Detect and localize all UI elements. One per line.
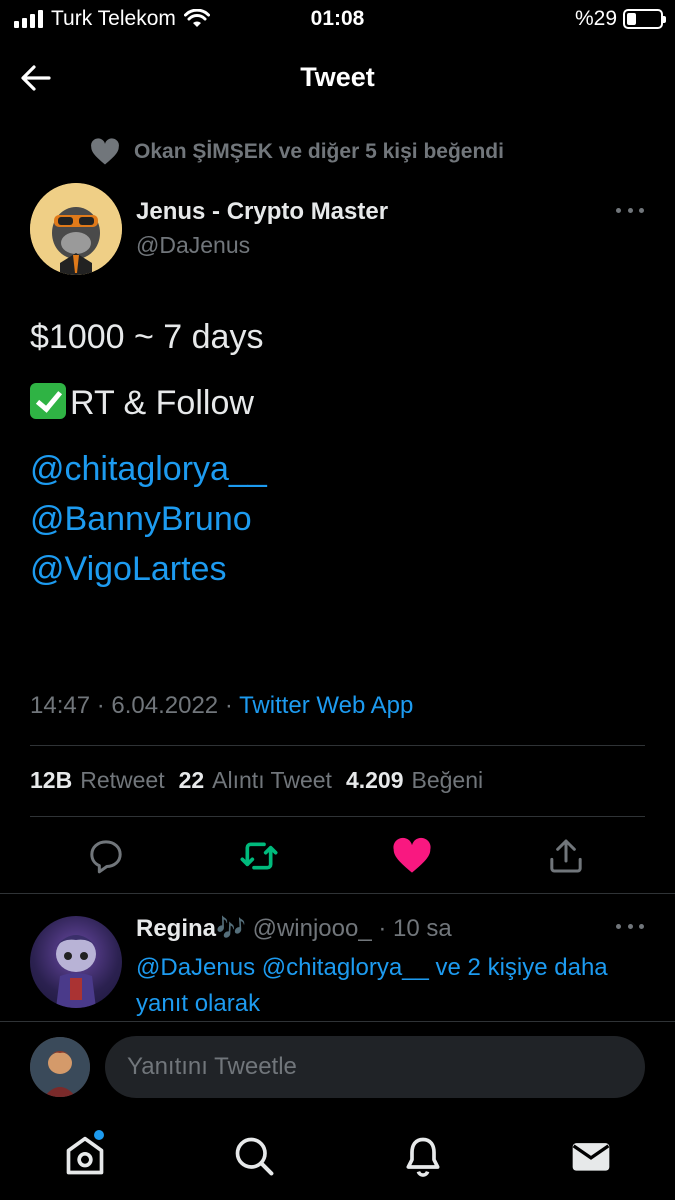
- like-heart-icon[interactable]: [392, 836, 432, 876]
- retweet-label: Retweet: [80, 767, 165, 793]
- battery-level: [627, 13, 636, 25]
- reply-author-name[interactable]: Regina🎶: [136, 915, 246, 942]
- battery-percent: %29: [574, 7, 617, 30]
- mention-link[interactable]: @VigoLartes: [30, 550, 226, 589]
- divider: [0, 893, 675, 894]
- tweet-timestamp: 14:47 · 6.04.2022 · Twitter Web App: [30, 692, 413, 720]
- social-context-text: Okan ŞİMŞEK ve diğer 5 kişi beğendi: [134, 140, 504, 163]
- messages-mail-icon[interactable]: [569, 1134, 613, 1178]
- status-time: 01:08: [310, 7, 365, 30]
- page-title: Tweet: [300, 62, 375, 92]
- header: Tweet: [0, 48, 675, 108]
- checkmark-emoji-icon: [30, 383, 66, 419]
- social-context[interactable]: Okan ŞİMŞEK ve diğer 5 kişi beğendi: [90, 138, 504, 166]
- mention-link[interactable]: @chitaglorya__: [30, 450, 267, 489]
- timestamp-text: 14:47 · 6.04.2022 ·: [30, 692, 240, 719]
- author-avatar-image: [30, 183, 122, 275]
- reply-avatar[interactable]: [30, 916, 122, 1008]
- quote-label: Alıntı Tweet: [212, 767, 332, 793]
- quote-stat[interactable]: 22 Alıntı Tweet: [179, 767, 332, 794]
- home-icon[interactable]: [63, 1134, 107, 1178]
- reply-icon[interactable]: [86, 836, 126, 876]
- divider: [30, 745, 645, 746]
- battery-icon: [623, 9, 666, 29]
- divider: [30, 816, 645, 817]
- tweet-more-icon[interactable]: [616, 208, 644, 216]
- source-link[interactable]: Twitter Web App: [239, 692, 413, 719]
- retweet-count: 12B: [30, 767, 73, 793]
- retweet-stat[interactable]: 12B Retweet: [30, 767, 165, 794]
- composer-avatar: [30, 1037, 90, 1097]
- status-right: %29: [574, 7, 666, 31]
- search-icon[interactable]: [232, 1134, 276, 1178]
- heart-icon: [91, 138, 119, 165]
- share-icon[interactable]: [546, 836, 586, 876]
- reply-header: Regina🎶 @winjooo_ · 10 sa: [136, 914, 452, 943]
- reply-handle-time: @winjooo_ · 10 sa: [245, 915, 452, 942]
- author-avatar[interactable]: [30, 183, 122, 275]
- composer-avatar-image: [30, 1037, 90, 1097]
- home-notification-dot: [94, 1130, 104, 1140]
- mention-link[interactable]: @BannyBruno: [30, 500, 252, 539]
- divider: [0, 1021, 675, 1022]
- tweet-text-line2: RT & Follow: [30, 383, 254, 423]
- like-stat[interactable]: 4.209 Beğeni: [346, 767, 483, 794]
- author-name[interactable]: Jenus - Crypto Master: [136, 198, 388, 226]
- like-count: 4.209: [345, 767, 404, 793]
- reply-more-icon[interactable]: [616, 924, 644, 932]
- reply-avatar-image: [56, 935, 96, 1008]
- reply-context[interactable]: @DaJenus @chitaglorya__ ve 2 kişiye daha…: [136, 950, 656, 1022]
- status-bar: Turk Telekom 01:08 %29: [0, 0, 675, 38]
- tweet-stats: 12B Retweet 22 Alıntı Tweet 4.209 Beğeni: [30, 767, 483, 794]
- reply-input[interactable]: Yanıtını Tweetle: [105, 1036, 645, 1098]
- quote-count: 22: [178, 767, 205, 793]
- notifications-bell-icon[interactable]: [401, 1134, 445, 1178]
- retweet-icon[interactable]: [239, 836, 279, 876]
- tweet-text-rt-follow: RT & Follow: [70, 384, 254, 422]
- like-label: Beğeni: [411, 767, 484, 793]
- author-handle[interactable]: @DaJenus: [136, 232, 250, 259]
- tweet-text-line1: $1000 ~ 7 days: [30, 318, 264, 356]
